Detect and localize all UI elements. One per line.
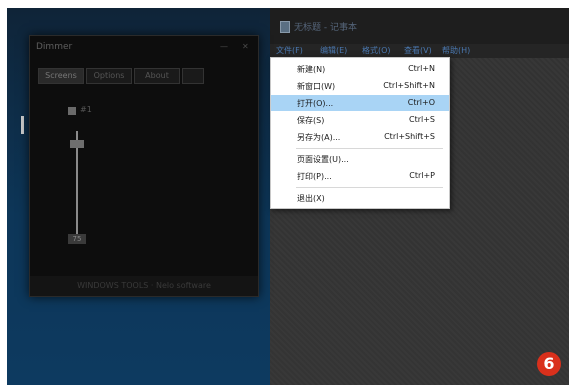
- menu-separator: [296, 187, 443, 188]
- notepad-titlebar[interactable]: 无标题 - 记事本: [270, 8, 569, 44]
- menu-file[interactable]: 文件(F): [276, 45, 303, 56]
- file-menu-dropdown: 新建(N) Ctrl+N 新窗口(W) Ctrl+Shift+N 打开(O)..…: [270, 57, 450, 209]
- menu-item-new[interactable]: 新建(N) Ctrl+N: [271, 61, 449, 77]
- tab-options[interactable]: Options: [86, 68, 132, 84]
- tab-about[interactable]: About: [134, 68, 180, 84]
- menu-view[interactable]: 查看(V): [404, 45, 432, 56]
- menu-item-label: 打印(P)...: [297, 172, 332, 181]
- tab-extra[interactable]: [182, 68, 204, 84]
- close-button[interactable]: ✕: [242, 42, 249, 51]
- menu-item-label: 新建(N): [297, 65, 326, 74]
- desktop-edge-marker: [21, 116, 24, 134]
- brightness-value: 75: [68, 234, 86, 244]
- menu-help[interactable]: 帮助(H): [442, 45, 470, 56]
- menu-item-page-setup[interactable]: 页面设置(U)...: [271, 151, 449, 167]
- menu-item-label: 另存为(A)...: [297, 133, 341, 142]
- menu-edit[interactable]: 编辑(E): [320, 45, 347, 56]
- menu-item-shortcut: Ctrl+P: [409, 171, 435, 180]
- dimmer-window: Dimmer — ✕ Screens Options About #1 75 W…: [29, 35, 259, 297]
- monitor-checkbox[interactable]: [68, 107, 76, 115]
- menu-item-shortcut: Ctrl+Shift+S: [384, 132, 435, 141]
- menu-item-label: 页面设置(U)...: [297, 155, 349, 164]
- menu-item-exit[interactable]: 退出(X): [271, 190, 449, 206]
- menu-format[interactable]: 格式(O): [362, 45, 391, 56]
- menu-item-label: 打开(O)...: [297, 99, 334, 108]
- menu-item-label: 新窗口(W): [297, 82, 336, 91]
- step-number-badge: 6: [537, 352, 561, 376]
- menu-item-shortcut: Ctrl+N: [408, 64, 435, 73]
- menu-item-save[interactable]: 保存(S) Ctrl+S: [271, 112, 449, 128]
- menu-item-shortcut: Ctrl+O: [407, 98, 435, 107]
- menu-item-label: 退出(X): [297, 194, 325, 203]
- menu-item-shortcut: Ctrl+S: [408, 115, 435, 124]
- brightness-slider-thumb[interactable]: [70, 140, 84, 148]
- menu-item-new-window[interactable]: 新窗口(W) Ctrl+Shift+N: [271, 78, 449, 94]
- tab-screens[interactable]: Screens: [38, 68, 84, 84]
- monitor-label: #1: [80, 105, 92, 114]
- dimmer-footer: WINDOWS TOOLS · Nelo software: [30, 276, 258, 296]
- menu-item-shortcut: Ctrl+Shift+N: [383, 81, 435, 90]
- menu-item-open[interactable]: 打开(O)... Ctrl+O: [271, 95, 449, 111]
- minimize-button[interactable]: —: [220, 42, 228, 51]
- notepad-app-icon: [280, 21, 290, 33]
- notepad-menubar: 文件(F) 编辑(E) 格式(O) 查看(V) 帮助(H): [270, 44, 569, 58]
- notepad-window-title: 无标题 - 记事本: [294, 23, 357, 33]
- menu-item-label: 保存(S): [297, 116, 325, 125]
- menu-item-save-as[interactable]: 另存为(A)... Ctrl+Shift+S: [271, 129, 449, 145]
- menu-separator: [296, 148, 443, 149]
- dimmer-title: Dimmer: [36, 42, 73, 52]
- menu-item-print[interactable]: 打印(P)... Ctrl+P: [271, 168, 449, 184]
